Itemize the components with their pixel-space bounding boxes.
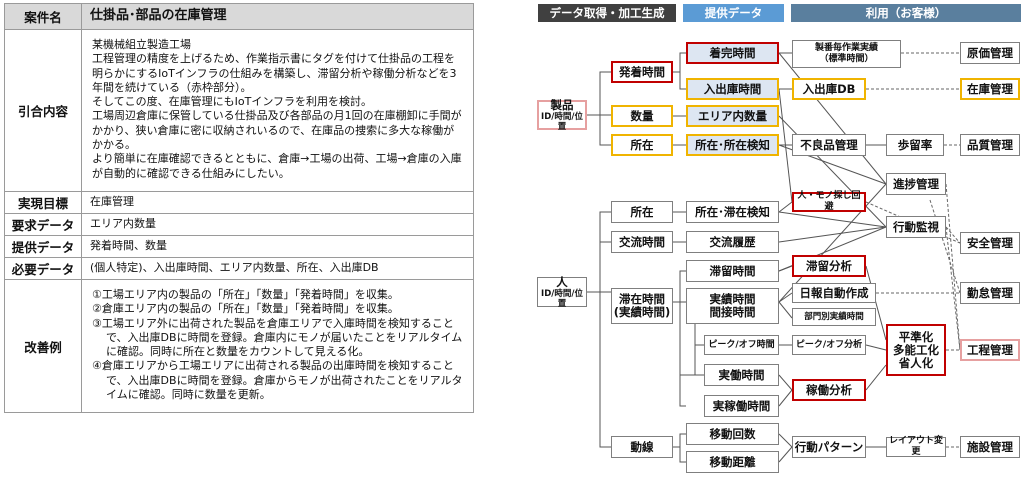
node-std-time-sub: （標準時間） <box>819 54 874 64</box>
node-person-location-detect: 所在･滞在検知 <box>686 201 779 223</box>
node-leveling-label: 平準化 <box>898 329 934 344</box>
node-op-analysis: 稼働分析 <box>792 379 866 401</box>
node-work-time: 実績時間 間接時間 <box>686 288 779 324</box>
connector-lines <box>587 52 961 463</box>
node-quantity: 数量 <box>611 105 673 127</box>
node-arrival-time: 発着時間 <box>611 61 673 83</box>
source-person-sub: ID/時間/位置 <box>541 288 583 309</box>
source-person-label: 人 <box>556 274 568 289</box>
header-data-acquisition: データ取得・加工生成 <box>538 4 676 22</box>
source-product-label: 製品 <box>550 97 574 112</box>
node-defect-mgmt: 不良品管理 <box>792 134 866 156</box>
node-multi-skill-label: 多能工化 <box>893 342 939 357</box>
node-peak-analysis: ピーク/オフ分析 <box>792 335 866 355</box>
node-dept-record: 部門別実績時間 <box>792 308 876 326</box>
node-area-quantity: エリア内数量 <box>686 105 779 127</box>
output-facility-mgmt: 施設管理 <box>960 436 1020 458</box>
header-customer-use: 利用（お客様） <box>791 4 1021 22</box>
node-exchange-history: 交流履歴 <box>686 231 779 253</box>
source-person: 人 ID/時間/位置 <box>537 274 587 309</box>
header-provided-data: 提供データ <box>683 4 784 22</box>
node-labor-saving-label: 省人化 <box>898 355 934 370</box>
node-behavior-pattern: 行動パターン <box>792 436 866 458</box>
node-behavior-monitor: 行動監視 <box>886 216 946 238</box>
node-location-detect: 所在･所在検知 <box>686 134 779 156</box>
output-quality-mgmt: 品質管理 <box>960 134 1020 156</box>
source-product-sub: ID/時間/位置 <box>541 111 583 132</box>
node-actual-time: 実働時間 <box>704 364 779 386</box>
node-stay-time: 滞在時間 (実績時間) <box>611 288 673 324</box>
data-flow-diagram: データ取得・加工生成 提供データ 利用（お客様） 製品 ID/時間/位置 人 I… <box>0 0 1024 479</box>
output-inventory-mgmt: 在庫管理 <box>960 78 1020 100</box>
node-exchange-time: 交流時間 <box>611 231 673 253</box>
node-daily-report: 日報自動作成 <box>792 283 876 303</box>
node-inout-time: 入出庫時間 <box>686 78 779 100</box>
node-yield-rate: 歩留率 <box>886 134 944 156</box>
output-safety-mgmt: 安全管理 <box>960 232 1020 254</box>
node-leveling: 平準化 多能工化 省人化 <box>886 324 946 376</box>
node-std-time: 製番毎作業実績 （標準時間） <box>792 40 901 68</box>
node-dwell-analysis: 滞留分析 <box>792 255 866 277</box>
output-cost-mgmt: 原価管理 <box>960 42 1020 64</box>
node-move-distance: 移動距離 <box>686 451 779 473</box>
node-search-avoid: 人・モノ探し回避 <box>792 191 866 212</box>
node-move-count: 移動回数 <box>686 423 779 445</box>
node-peak-time: ピーク/オフ時間 <box>704 335 779 355</box>
node-std-time-label: 製番毎作業実績 <box>814 43 878 53</box>
node-progress-mgmt: 進捗管理 <box>886 173 946 195</box>
node-route: 動線 <box>611 436 673 458</box>
output-process-mgmt: 工程管理 <box>960 339 1020 361</box>
node-layout-change: レイアウト変更 <box>886 436 946 457</box>
output-attendance-mgmt: 勤怠管理 <box>960 282 1020 304</box>
node-inout-db: 入出庫DB <box>792 78 866 100</box>
node-finish-time: 着完時間 <box>686 42 779 64</box>
node-stay-time-sub: (実績時間) <box>613 305 671 319</box>
node-actual-op-time: 実稼働時間 <box>704 395 779 417</box>
node-person-location: 所在 <box>611 201 673 223</box>
node-location: 所在 <box>611 134 673 156</box>
node-work-time-sub: 間接時間 <box>709 305 756 319</box>
source-product: 製品 ID/時間/位置 <box>537 97 587 132</box>
node-dwell-time: 滞留時間 <box>686 260 779 282</box>
